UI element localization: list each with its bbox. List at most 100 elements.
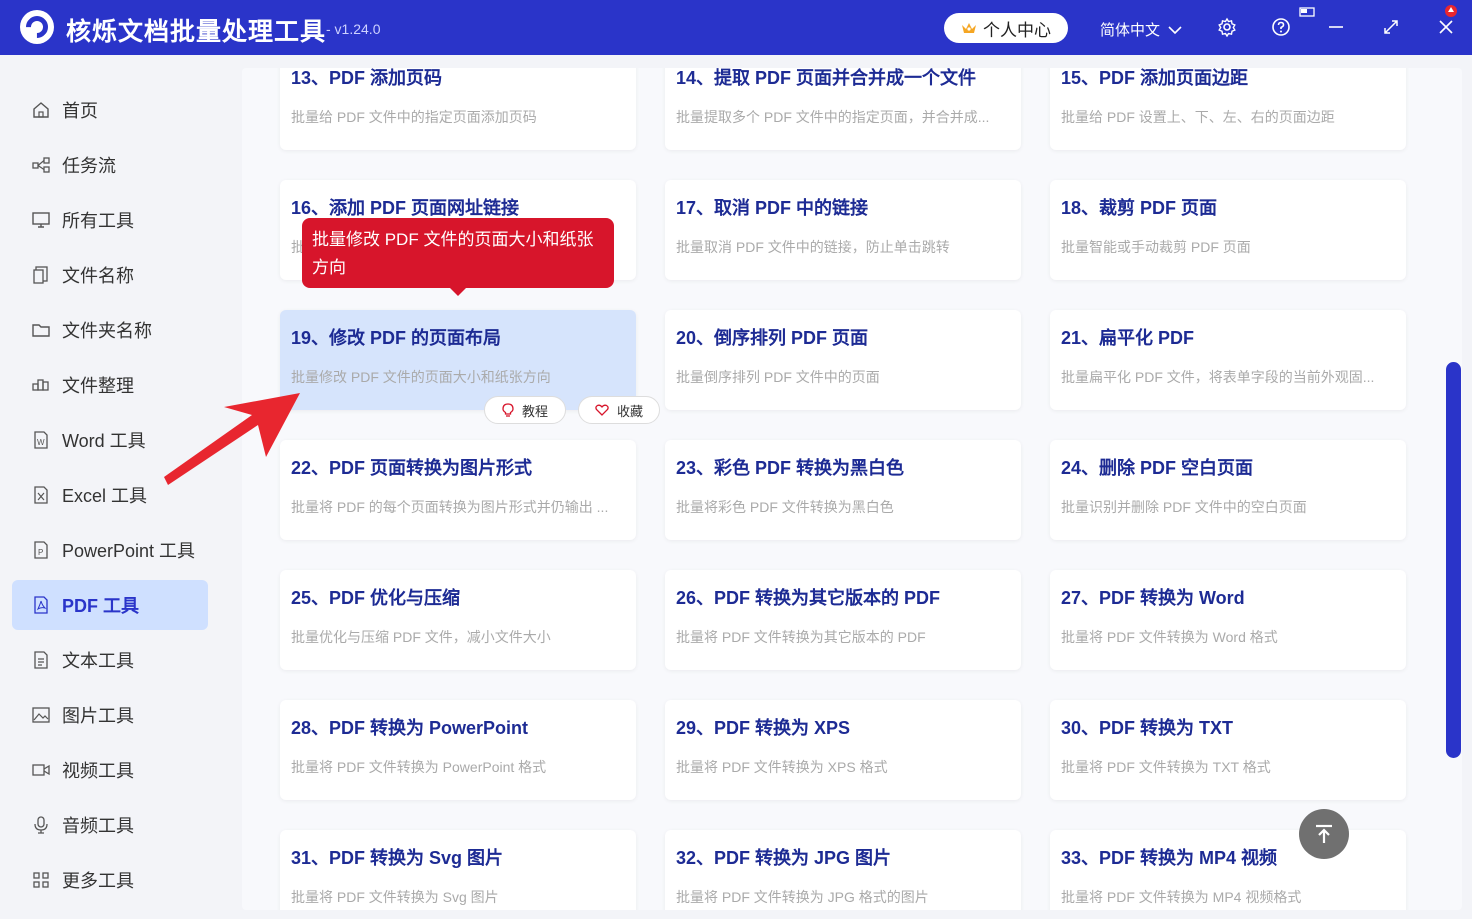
close-icon[interactable] xyxy=(1435,16,1457,38)
audio-icon xyxy=(32,816,50,834)
tool-card[interactable]: 33、PDF 转换为 MP4 视频 批量将 PDF 文件转换为 MP4 视频格式 xyxy=(1050,830,1406,910)
tool-card-title: 24、删除 PDF 空白页面 xyxy=(1061,458,1254,478)
tool-card[interactable]: 27、PDF 转换为 Word 批量将 PDF 文件转换为 Word 格式 xyxy=(1050,570,1406,670)
tool-card-description: 批量将 PDF 文件转换为 TXT 格式 xyxy=(1061,759,1271,775)
sidebar-item-label: PowerPoint 工具 xyxy=(62,541,196,561)
word-icon: W xyxy=(32,431,50,449)
tool-card[interactable]: 20、倒序排列 PDF 页面 批量倒序排列 PDF 文件中的页面 xyxy=(665,310,1021,410)
sidebar-item-1[interactable]: 任务流 xyxy=(12,140,208,190)
language-select[interactable]: 简体中文 xyxy=(1100,19,1182,40)
app-version: - v1.24.0 xyxy=(326,21,381,37)
tool-card-title: 19、修改 PDF 的页面布局 xyxy=(291,328,502,348)
tool-card-title: 28、PDF 转换为 PowerPoint xyxy=(291,718,529,738)
maximize-icon[interactable] xyxy=(1380,16,1402,38)
settings-icon[interactable] xyxy=(1216,16,1238,38)
sidebar-item-2[interactable]: 所有工具 xyxy=(12,195,208,245)
tool-card-description: 批量扁平化 PDF 文件，将表单字段的当前外观固... xyxy=(1061,369,1375,385)
tool-card[interactable]: 17、取消 PDF 中的链接 批量取消 PDF 文件中的链接，防止单击跳转 xyxy=(665,180,1021,280)
scrollbar-thumb[interactable] xyxy=(1446,362,1461,758)
svg-text:P: P xyxy=(38,548,43,557)
tooltip: 批量修改 PDF 文件的页面大小和纸张方向 xyxy=(302,218,614,296)
sidebar-item-label: 音频工具 xyxy=(62,816,134,836)
video-icon xyxy=(32,761,50,779)
favorite-button[interactable]: 收藏 xyxy=(578,396,660,424)
svg-text:W: W xyxy=(37,438,45,447)
sidebar-item-8[interactable]: P PowerPoint 工具 xyxy=(12,525,208,575)
tool-card-title: 22、PDF 页面转换为图片形式 xyxy=(291,458,533,478)
monitor-icon xyxy=(32,211,50,229)
tool-card-title: 32、PDF 转换为 JPG 图片 xyxy=(676,848,892,868)
sidebar-item-label: 所有工具 xyxy=(62,211,134,231)
tool-card-description: 批量将 PDF 文件转换为 PowerPoint 格式 xyxy=(291,759,547,775)
tool-card[interactable]: 23、彩色 PDF 转换为黑白色批量将彩色 PDF 文件转换为黑白色 xyxy=(665,440,1021,540)
folder-icon xyxy=(32,321,50,339)
pointer-arrow-icon xyxy=(164,393,300,485)
help-icon[interactable] xyxy=(1270,16,1292,38)
text-icon xyxy=(32,651,50,669)
minimize-icon[interactable] xyxy=(1325,16,1347,38)
sidebar-item-14[interactable]: 更多工具 xyxy=(12,855,208,905)
arrow-up-icon xyxy=(1316,824,1332,843)
home-icon xyxy=(32,101,50,119)
tool-card[interactable]: 29、PDF 转换为 XPS 批量将 PDF 文件转换为 XPS 格式 xyxy=(665,700,1021,800)
sidebar-item-label: 图片工具 xyxy=(62,706,134,726)
tool-card-title: 33、PDF 转换为 MP4 视频 xyxy=(1061,848,1278,868)
tool-card[interactable]: 26、PDF 转换为其它版本的 PDF 批量将 PDF 文件转换为其它版本的 PD… xyxy=(665,570,1021,670)
lightbulb-icon xyxy=(502,403,514,417)
sidebar-item-label: 文件夹名称 xyxy=(62,321,152,341)
sidebar-item-13[interactable]: 音频工具 xyxy=(12,800,208,850)
tool-card-description: 批量将 PDF 文件转换为 Word 格式 xyxy=(1061,629,1278,645)
favorite-label: 收藏 xyxy=(616,403,643,419)
user-center-button[interactable]: 个人中心 xyxy=(944,13,1068,43)
tool-card[interactable]: 22、PDF 页面转换为图片形式 批量将 PDF 的每个页面转换为图片形式并仍输出… xyxy=(280,440,636,540)
tool-card-description: 批量倒序排列 PDF 文件中的页面 xyxy=(676,369,880,385)
tool-card[interactable]: 18、裁剪 PDF 页面 批量智能或手动裁剪 PDF 页面 xyxy=(1050,180,1406,280)
excel-icon xyxy=(32,486,50,504)
user-center-label: 个人中心 xyxy=(983,20,1051,40)
sidebar-item-label: 任务流 xyxy=(62,156,116,176)
tutorial-button[interactable]: 教程 xyxy=(484,396,566,424)
sidebar-item-11[interactable]: 图片工具 xyxy=(12,690,208,740)
tool-card[interactable]: 14、提取 PDF 页面并合并成一个文件 批量提取多个 PDF 文件中的指定页面，… xyxy=(665,68,1021,150)
file-name-icon xyxy=(32,266,50,284)
sidebar-item-12[interactable]: 视频工具 xyxy=(12,745,208,795)
tool-card-description: 批量优化与压缩 PDF 文件，减小文件大小 xyxy=(291,629,551,645)
notification-icon[interactable] xyxy=(1442,3,1460,19)
tool-card-title: 27、PDF 转换为 Word xyxy=(1061,588,1245,608)
sidebar-item-9[interactable]: PDF 工具 xyxy=(12,580,208,630)
tool-card-title: 13、PDF 添加页码 xyxy=(291,68,443,88)
sidebar-item-3[interactable]: 文件名称 xyxy=(12,250,208,300)
tool-card[interactable]: 19、修改 PDF 的页面布局批量修改 PDF 文件的页面大小和纸张方向 xyxy=(280,310,636,410)
tool-card[interactable]: 32、PDF 转换为 JPG 图片批量将 PDF 文件转换为 JPG 格式的图片 xyxy=(665,830,1021,910)
tooltip-text: 批量修改 PDF 文件的页面大小和纸张方向 xyxy=(312,230,594,277)
tool-card-title: 16、添加 PDF 页面网址链接 xyxy=(291,198,520,218)
tool-card[interactable]: 21、扁平化 PDF 批量扁平化 PDF 文件，将表单字段的当前外观固... xyxy=(1050,310,1406,410)
back-to-top-button[interactable] xyxy=(1299,809,1349,859)
tool-card-description: 批量将 PDF 文件转换为 XPS 格式 xyxy=(676,759,888,775)
tool-card-title: 15、PDF 添加页面边距 xyxy=(1061,68,1249,88)
tool-card[interactable]: 31、PDF 转换为 Svg 图片 批量将 PDF 文件转换为 Svg 图片 xyxy=(280,830,636,910)
tool-card-title: 25、PDF 优化与压缩 xyxy=(291,588,461,608)
tool-card[interactable]: 30、PDF 转换为 TXT 批量将 PDF 文件转换为 TXT 格式 xyxy=(1050,700,1406,800)
sidebar-item-label: 首页 xyxy=(62,101,98,121)
sidebar-item-10[interactable]: 文本工具 xyxy=(12,635,208,685)
tool-card[interactable]: 28、PDF 转换为 PowerPoint 批量将 PDF 文件转换为 Power… xyxy=(280,700,636,800)
tool-grid: 13、PDF 添加页码 批量给 PDF 文件中的指定页面添加页码 14、提取 PDF… xyxy=(242,68,1462,910)
app-title: 核烁文档批量处理工具 xyxy=(66,18,327,46)
tool-card-title: 23、彩色 PDF 转换为黑白色 xyxy=(676,458,905,478)
tool-card-description: 批量将彩色 PDF 文件转换为黑白色 xyxy=(676,499,894,515)
screen-icon[interactable] xyxy=(1298,6,1316,20)
grid-icon xyxy=(32,871,50,889)
tool-card-description: 批量将 PDF 文件转换为 JPG 格式的图片 xyxy=(676,889,929,905)
sidebar-item-0[interactable]: 首页 xyxy=(12,85,208,135)
sidebar-item-4[interactable]: 文件夹名称 xyxy=(12,305,208,355)
tool-card[interactable]: 13、PDF 添加页码 批量给 PDF 文件中的指定页面添加页码 xyxy=(280,68,636,150)
tool-card[interactable]: 24、删除 PDF 空白页面批量识别并删除 PDF 文件中的空白页面 xyxy=(1050,440,1406,540)
tool-card-description: 批量修改 PDF 文件的页面大小和纸张方向 xyxy=(291,369,551,385)
ppt-icon: P xyxy=(32,541,50,559)
tool-card[interactable]: 15、PDF 添加页面边距 批量给 PDF 设置上、下、左、右的页面边距 xyxy=(1050,68,1406,150)
sidebar-item-label: PDF 工具 xyxy=(62,596,140,616)
tool-card-description: 批量识别并删除 PDF 文件中的空白页面 xyxy=(1061,499,1307,515)
tool-card[interactable]: 25、PDF 优化与压缩批量优化与压缩 PDF 文件，减小文件大小 xyxy=(280,570,636,670)
tool-card-description: 批量提取多个 PDF 文件中的指定页面，并合并成... xyxy=(676,109,990,125)
